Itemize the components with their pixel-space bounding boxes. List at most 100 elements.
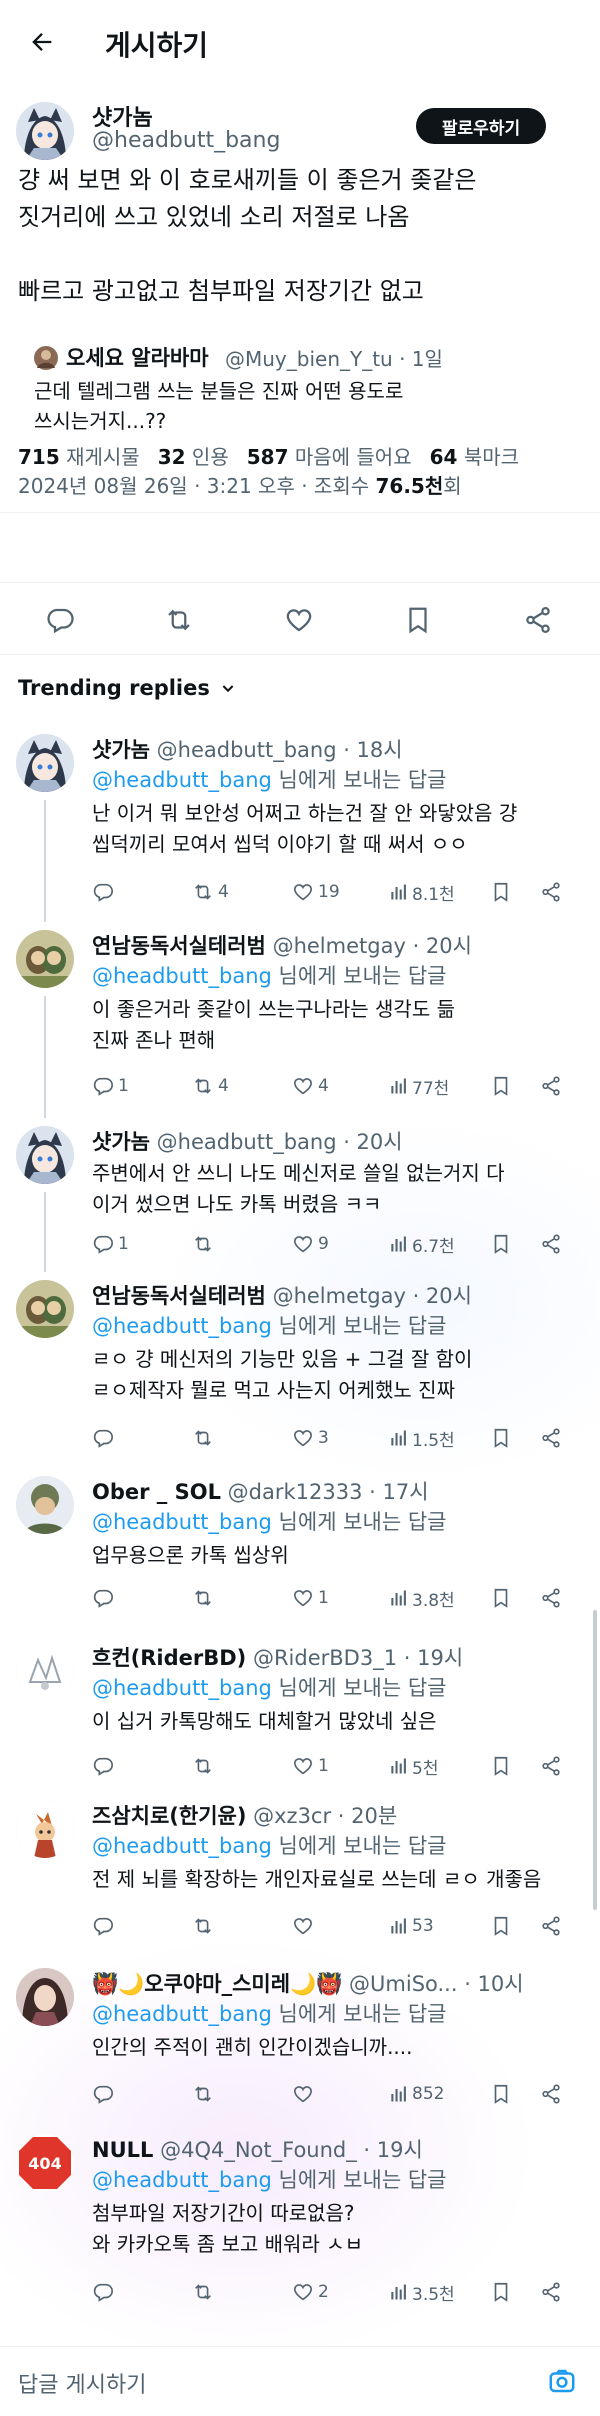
share-button[interactable] (540, 1230, 562, 1258)
reply-button[interactable] (92, 1584, 118, 1612)
avatar[interactable] (16, 1642, 74, 1700)
trending-replies-dropdown[interactable]: Trending replies (18, 676, 236, 700)
share-button[interactable] (540, 1072, 562, 1100)
share-button[interactable] (540, 1912, 562, 1940)
share-button[interactable] (540, 1584, 562, 1612)
reply-author-name[interactable]: 연남동독서실테러범 (92, 934, 266, 958)
bookmark-button[interactable] (490, 1584, 512, 1612)
avatar[interactable]: 404 (16, 2134, 74, 2192)
like-button[interactable]: 19 (292, 878, 340, 906)
reply-button[interactable] (36, 596, 84, 644)
retweet-button[interactable]: 4 (192, 1072, 229, 1100)
reply-author-handle[interactable]: @4Q4_Not_Found_ (160, 2138, 357, 2162)
retweet-button[interactable] (192, 1424, 218, 1452)
reply-author-name[interactable]: 👹🌙오쿠야마_스미레🌙👹 (92, 1972, 342, 1996)
views-button[interactable]: 53 (388, 1912, 434, 1940)
avatar[interactable] (16, 1800, 74, 1858)
reply-author-handle[interactable]: @helmetgay (273, 934, 406, 958)
retweet-button[interactable] (192, 1752, 218, 1780)
reply-author-name[interactable]: Ober _ SOL (92, 1480, 221, 1504)
replying-to-handle[interactable]: @headbutt_bang (92, 768, 272, 792)
like-button[interactable]: 2 (292, 2278, 329, 2306)
bookmark-button[interactable] (490, 1072, 512, 1100)
stat-quotes[interactable]: 32 인용 (158, 441, 229, 470)
reply-author-name[interactable]: 샷가놈 (92, 1130, 150, 1154)
views-button[interactable]: 77천 (388, 1072, 449, 1100)
reply-author-handle[interactable]: @UmiSo... (349, 1972, 458, 1996)
replying-to-handle[interactable]: @headbutt_bang (92, 2168, 272, 2192)
bookmark-button[interactable] (490, 1912, 512, 1940)
replying-to-handle[interactable]: @headbutt_bang (92, 1676, 272, 1700)
reply-author-handle[interactable]: @RiderBD3_1 (253, 1646, 397, 1670)
reply-author-name[interactable]: 연남동독서실테러범 (92, 1284, 266, 1308)
share-button[interactable] (540, 2080, 562, 2108)
reply-author-handle[interactable]: @headbutt_bang (157, 738, 337, 762)
reply-author-name[interactable]: 즈삼치로(한기윤) (92, 1804, 246, 1828)
reply-button[interactable] (92, 2080, 118, 2108)
like-button[interactable] (292, 1912, 318, 1940)
retweet-button[interactable] (192, 1230, 218, 1258)
back-button[interactable] (22, 22, 62, 62)
reply-button[interactable] (92, 1424, 118, 1452)
bookmark-button[interactable] (490, 2278, 512, 2306)
avatar[interactable] (16, 1280, 74, 1338)
reply-button[interactable] (92, 1752, 118, 1780)
reply-input-placeholder[interactable]: 답글 게시하기 (18, 2367, 146, 2399)
replying-to-handle[interactable]: @headbutt_bang (92, 964, 272, 988)
reply-author-name[interactable]: 샷가놈 (92, 738, 150, 762)
share-button[interactable] (540, 1424, 562, 1452)
like-button[interactable] (275, 596, 323, 644)
reply-author-name[interactable]: 흐컨(RiderBD) (92, 1646, 246, 1670)
like-button[interactable]: 3 (292, 1424, 329, 1452)
reply-composer[interactable]: 답글 게시하기 (0, 2346, 600, 2416)
views-button[interactable]: 6.7천 (388, 1230, 455, 1258)
share-button[interactable] (540, 878, 562, 906)
reply-button[interactable]: 1 (92, 1072, 129, 1100)
like-button[interactable]: 1 (292, 1584, 329, 1612)
like-button[interactable] (292, 2080, 318, 2108)
reply-author-handle[interactable]: @helmetgay (273, 1284, 406, 1308)
avatar[interactable] (16, 1476, 74, 1534)
share-button[interactable] (540, 2278, 562, 2306)
views-button[interactable]: 5천 (388, 1752, 438, 1780)
like-button[interactable]: 4 (292, 1072, 329, 1100)
stat-retweets[interactable]: 715 재게시물 (18, 441, 140, 470)
camera-button[interactable] (544, 2363, 580, 2399)
retweet-button[interactable] (192, 2278, 218, 2306)
bookmark-button[interactable] (490, 1230, 512, 1258)
reply-button[interactable] (92, 2278, 118, 2306)
views-button[interactable]: 3.5천 (388, 2278, 455, 2306)
avatar[interactable] (16, 1126, 74, 1184)
avatar[interactable] (16, 930, 74, 988)
views-button[interactable]: 852 (388, 2080, 444, 2108)
retweet-button[interactable] (155, 596, 203, 644)
retweet-button[interactable] (192, 1912, 218, 1940)
reply-button[interactable]: 1 (92, 1230, 129, 1258)
replying-to-handle[interactable]: @headbutt_bang (92, 1834, 272, 1858)
avatar[interactable] (16, 102, 74, 160)
bookmark-button[interactable] (490, 2080, 512, 2108)
stat-bookmarks[interactable]: 64 북마크 (430, 441, 519, 470)
reply-button[interactable] (92, 1912, 118, 1940)
share-button[interactable] (540, 1752, 562, 1780)
author-handle[interactable]: @headbutt_bang (92, 128, 280, 153)
like-button[interactable]: 1 (292, 1752, 329, 1780)
bookmark-button[interactable] (490, 1424, 512, 1452)
quoted-post[interactable]: 오세요 알라바마 @Muy_bien_Y_tu · 1일 근데 텔레그램 쓰는 … (18, 336, 584, 433)
reply-author-name[interactable]: NULL (92, 2138, 153, 2162)
follow-button[interactable]: 팔로우하기 (416, 108, 546, 144)
reply-author-handle[interactable]: @headbutt_bang (157, 1130, 337, 1154)
stat-likes[interactable]: 587 마음에 들어요 (247, 441, 412, 470)
retweet-button[interactable]: 4 (192, 878, 229, 906)
like-button[interactable]: 9 (292, 1230, 329, 1258)
retweet-button[interactable] (192, 1584, 218, 1612)
replying-to-handle[interactable]: @headbutt_bang (92, 1314, 272, 1338)
reply-button[interactable] (92, 878, 118, 906)
avatar[interactable] (16, 734, 74, 792)
views-button[interactable]: 1.5천 (388, 1424, 455, 1452)
avatar[interactable] (16, 1968, 74, 2026)
bookmark-button[interactable] (394, 596, 442, 644)
reply-author-handle[interactable]: @xz3cr (253, 1804, 331, 1828)
reply-author-handle[interactable]: @dark12333 (228, 1480, 363, 1504)
replying-to-handle[interactable]: @headbutt_bang (92, 1510, 272, 1534)
